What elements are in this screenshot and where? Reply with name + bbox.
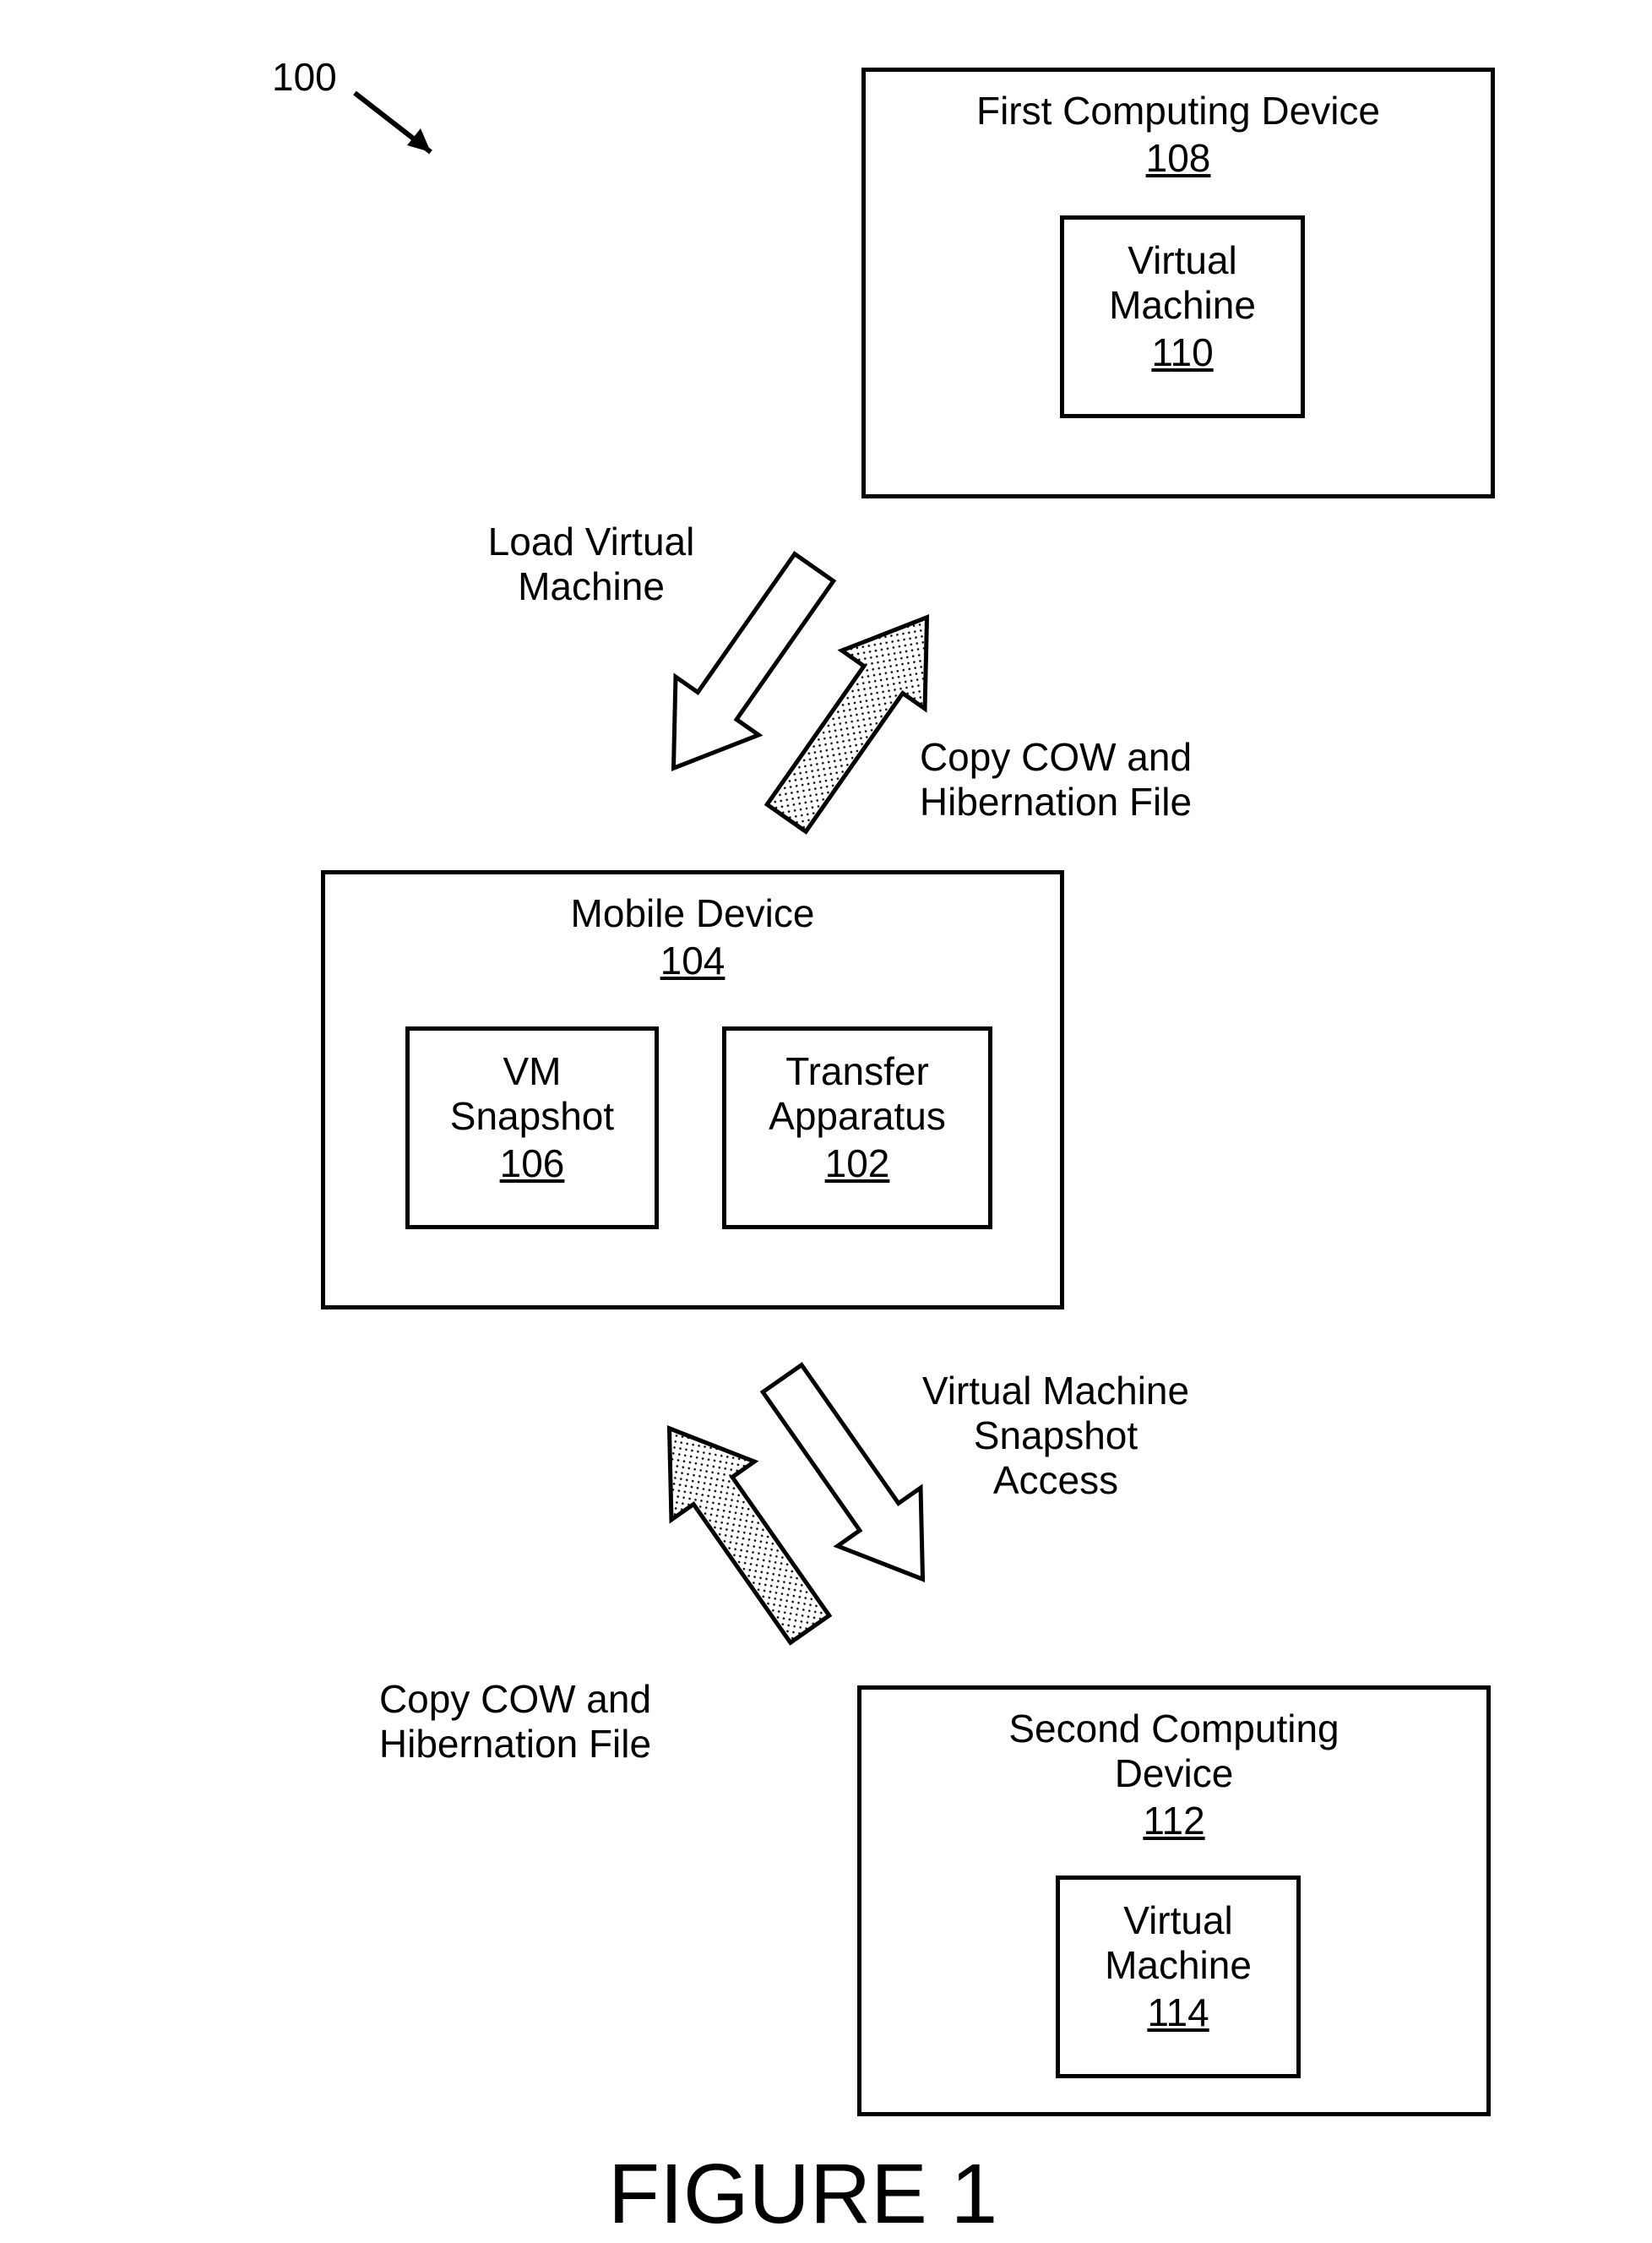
box-second-computing-device: Second Computing Device 112 Virtual Mach… xyxy=(857,1685,1491,2116)
mobile-ref: 104 xyxy=(325,938,1060,983)
snap-title: VM Snapshot xyxy=(410,1049,655,1139)
xfer-ref: 102 xyxy=(726,1141,988,1186)
callout-arrow-icon xyxy=(355,93,431,152)
callout-100: 100 xyxy=(272,54,337,100)
device2-title: Second Computing Device xyxy=(861,1707,1486,1796)
xfer-title: Transfer Apparatus xyxy=(726,1049,988,1139)
arrow-copy-cow-bottom-icon xyxy=(628,1399,851,1658)
vm114-ref: 114 xyxy=(1060,1990,1296,2035)
label-copy-cow-top: Copy COW and Hibernation File xyxy=(904,735,1208,825)
device2-ref: 112 xyxy=(861,1798,1486,1843)
vm110-ref: 110 xyxy=(1064,329,1301,375)
box-vm-110: Virtual Machine 110 xyxy=(1060,215,1305,418)
box-vm-114: Virtual Machine 114 xyxy=(1056,1876,1301,2078)
snap-ref: 106 xyxy=(410,1141,655,1186)
box-first-computing-device: First Computing Device 108 Virtual Machi… xyxy=(861,68,1495,498)
vm114-title: Virtual Machine xyxy=(1060,1898,1296,1988)
device1-ref: 108 xyxy=(866,135,1491,181)
label-vm-snapshot-access: Virtual Machine Snapshot Access xyxy=(904,1369,1208,1503)
vm110-title: Virtual Machine xyxy=(1064,238,1301,328)
box-transfer-apparatus: Transfer Apparatus 102 xyxy=(722,1026,992,1229)
label-copy-cow-bottom: Copy COW and Hibernation File xyxy=(363,1677,667,1767)
mobile-title: Mobile Device xyxy=(325,891,1060,936)
box-mobile-device: Mobile Device 104 VM Snapshot 106 Transf… xyxy=(321,870,1064,1309)
figure-title: FIGURE 1 xyxy=(608,2146,997,2243)
diagram-canvas: 100 First Computing Device 108 Virtual M… xyxy=(0,0,1652,2235)
box-vm-snapshot: VM Snapshot 106 xyxy=(405,1026,659,1229)
label-load-vm: Load Virtual Machine xyxy=(473,520,709,609)
device1-title: First Computing Device xyxy=(866,89,1491,133)
